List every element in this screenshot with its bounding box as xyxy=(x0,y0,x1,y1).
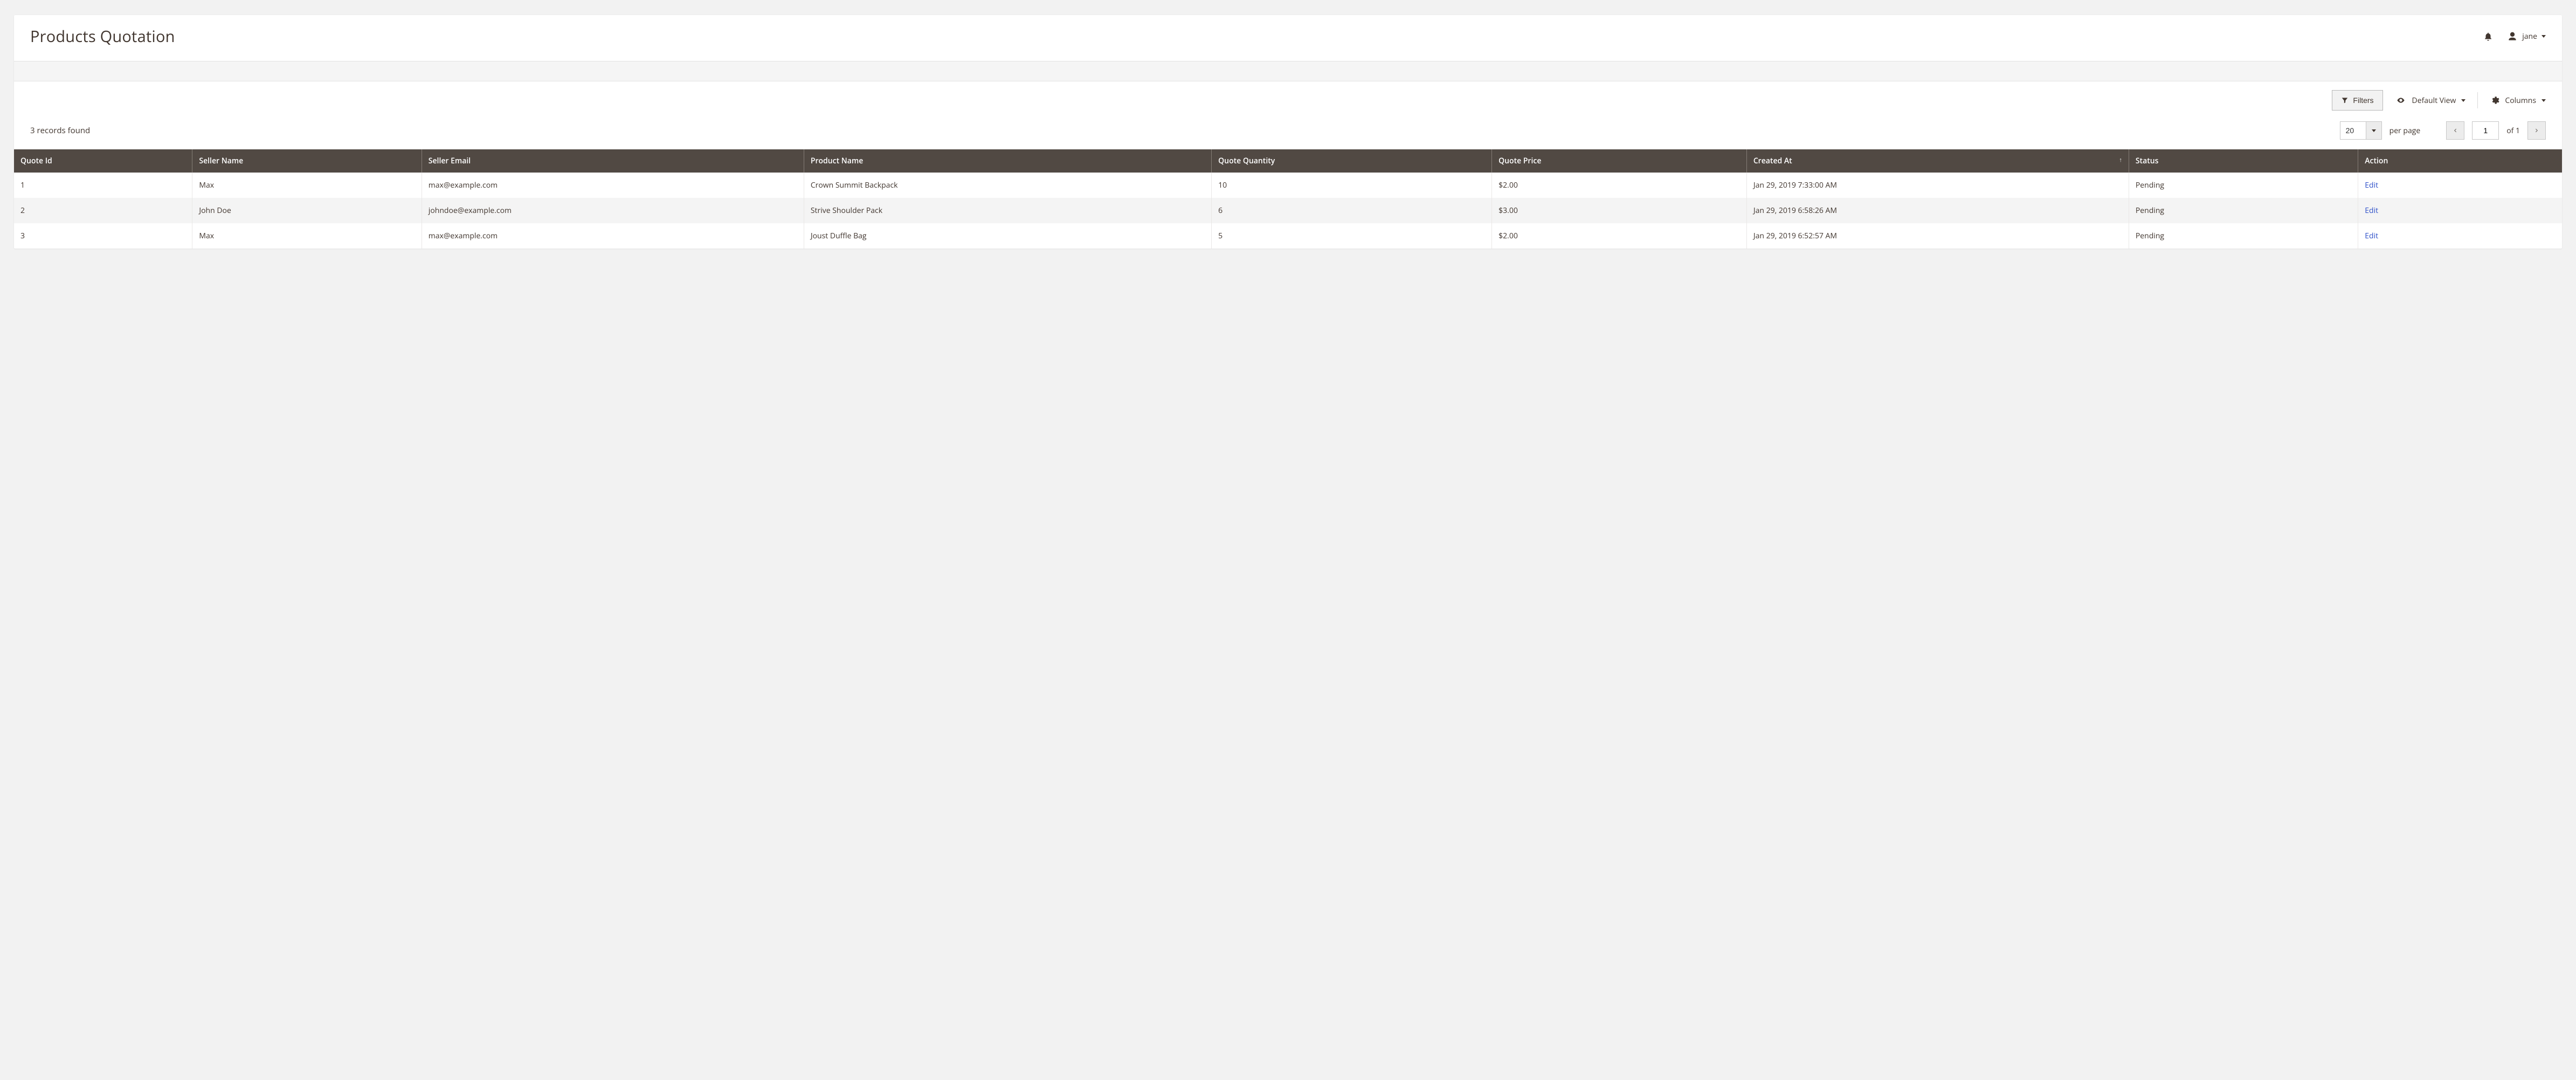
separator xyxy=(2477,92,2478,108)
table-cell: John Doe xyxy=(192,198,422,223)
page-title: Products Quotation xyxy=(30,26,175,47)
table-cell: Jan 29, 2019 6:52:57 AM xyxy=(1746,223,2129,249)
table-cell: Max xyxy=(192,173,422,198)
table-cell: Crown Summit Backpack xyxy=(804,173,1211,198)
page-header: Products Quotation jane xyxy=(14,15,2562,61)
column-header[interactable]: Created At↑ xyxy=(1746,149,2129,173)
user-icon xyxy=(2507,31,2518,42)
grid-toolbar: Filters Default View Columns xyxy=(14,81,2562,111)
next-page-button[interactable] xyxy=(2527,121,2546,140)
table-row: 1Maxmax@example.comCrown Summit Backpack… xyxy=(14,173,2562,198)
bell-icon xyxy=(2483,31,2493,42)
chevron-down-icon xyxy=(2542,99,2546,102)
column-header[interactable]: Quote Price xyxy=(1492,149,1747,173)
table-cell: 2 xyxy=(14,198,192,223)
chevron-down-icon xyxy=(2461,99,2465,102)
table-cell: Max xyxy=(192,223,422,249)
table-cell: 3 xyxy=(14,223,192,249)
column-header[interactable]: Action xyxy=(2358,149,2562,173)
table-cell: $2.00 xyxy=(1492,223,1747,249)
table-cell: 6 xyxy=(1212,198,1492,223)
table-row: 2John Doejohndoe@example.comStrive Shoul… xyxy=(14,198,2562,223)
page-card: Products Quotation jane Filters Def xyxy=(14,15,2562,249)
pager: per page of 1 xyxy=(2340,121,2546,140)
per-page-dropdown[interactable] xyxy=(2366,121,2382,140)
per-page-input[interactable] xyxy=(2340,121,2366,140)
funnel-icon xyxy=(2341,97,2349,104)
table-cell: 10 xyxy=(1212,173,1492,198)
table-cell: Jan 29, 2019 7:33:00 AM xyxy=(1746,173,2129,198)
prev-page-button[interactable] xyxy=(2446,121,2464,140)
table-cell: Pending xyxy=(2129,198,2358,223)
sort-indicator-icon: ↑ xyxy=(2119,156,2122,164)
table-cell: 1 xyxy=(14,173,192,198)
data-grid: Quote IdSeller NameSeller EmailProduct N… xyxy=(14,149,2562,249)
columns-label: Columns xyxy=(2505,95,2536,106)
column-header[interactable]: Product Name xyxy=(804,149,1211,173)
columns-selector[interactable]: Columns xyxy=(2490,95,2546,106)
table-cell: johndoe@example.com xyxy=(422,198,804,223)
table-cell: 5 xyxy=(1212,223,1492,249)
current-page-input[interactable] xyxy=(2472,121,2499,140)
table-cell: max@example.com xyxy=(422,223,804,249)
table-cell: max@example.com xyxy=(422,173,804,198)
grid-meta: 3 records found per page of 1 xyxy=(14,111,2562,149)
account-name: jane xyxy=(2522,31,2537,42)
action-cell: Edit xyxy=(2358,223,2562,249)
column-header[interactable]: Status xyxy=(2129,149,2358,173)
column-header[interactable]: Quote Id xyxy=(14,149,192,173)
filters-button[interactable]: Filters xyxy=(2332,90,2382,111)
chevron-right-icon xyxy=(2534,127,2539,134)
column-header[interactable]: Seller Name xyxy=(192,149,422,173)
chevron-left-icon xyxy=(2453,127,2458,134)
table-cell: Strive Shoulder Pack xyxy=(804,198,1211,223)
chevron-down-icon xyxy=(2542,35,2546,38)
per-page-label: per page xyxy=(2389,126,2421,136)
edit-link[interactable]: Edit xyxy=(2365,205,2378,216)
records-count: 3 records found xyxy=(30,125,90,136)
table-cell: Pending xyxy=(2129,223,2358,249)
table-cell: Jan 29, 2019 6:58:26 AM xyxy=(1746,198,2129,223)
table-cell: $3.00 xyxy=(1492,198,1747,223)
gear-icon xyxy=(2490,95,2499,105)
table-cell: Pending xyxy=(2129,173,2358,198)
total-pages-label: of 1 xyxy=(2506,126,2520,136)
table-header-row: Quote IdSeller NameSeller EmailProduct N… xyxy=(14,149,2562,173)
action-cell: Edit xyxy=(2358,173,2562,198)
eye-icon xyxy=(2395,96,2407,105)
filters-label: Filters xyxy=(2353,96,2373,105)
column-header[interactable]: Quote Quantity xyxy=(1212,149,1492,173)
table-body: 1Maxmax@example.comCrown Summit Backpack… xyxy=(14,173,2562,249)
table-cell: $2.00 xyxy=(1492,173,1747,198)
table-row: 3Maxmax@example.comJoust Duffle Bag5$2.0… xyxy=(14,223,2562,249)
account-menu[interactable]: jane xyxy=(2507,31,2546,42)
header-controls: jane xyxy=(2483,31,2546,42)
table-cell: Joust Duffle Bag xyxy=(804,223,1211,249)
action-cell: Edit xyxy=(2358,198,2562,223)
edit-link[interactable]: Edit xyxy=(2365,231,2378,241)
chevron-down-icon xyxy=(2372,129,2376,132)
notifications-button[interactable] xyxy=(2483,31,2493,42)
per-page-control xyxy=(2340,121,2382,140)
edit-link[interactable]: Edit xyxy=(2365,180,2378,190)
view-label: Default View xyxy=(2412,95,2456,106)
view-selector[interactable]: Default View xyxy=(2395,95,2466,106)
header-band xyxy=(14,61,2562,81)
column-header[interactable]: Seller Email xyxy=(422,149,804,173)
